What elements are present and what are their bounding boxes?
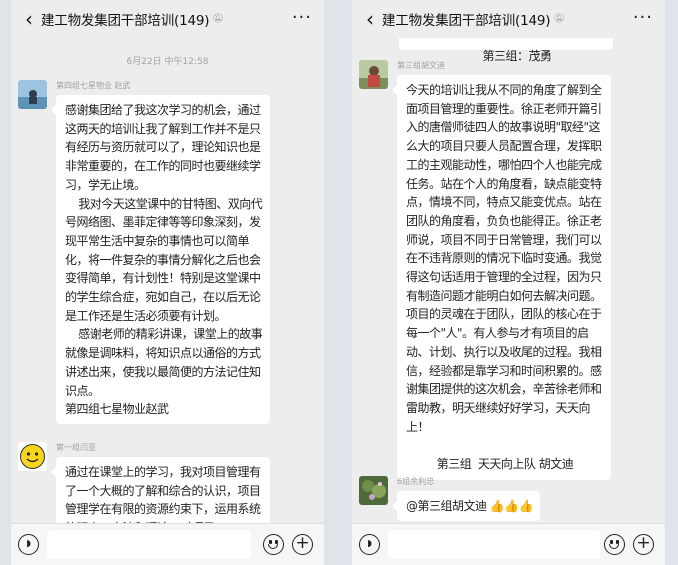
message-text: 通过在课堂上的学习，我对项目管理有了一个大概的了解和综合的认识，项目管理学在有限… — [65, 465, 261, 523]
avatar[interactable] — [18, 442, 47, 471]
message-list[interactable]: 6月22日 中午12:58 第四组七星物业 赵武 感谢集团给了我这次学习的机会，… — [11, 38, 324, 523]
message-input[interactable] — [47, 530, 251, 559]
voice-icon[interactable]: ◗ — [18, 534, 39, 555]
group-title: 建工物发集团干部培训(149) — [382, 13, 551, 29]
message-bubble[interactable]: @第三组胡文迪 👍👍👍 — [391, 491, 541, 521]
chat-header: ‹ 建工物发集团干部培训(149) 🔕︎ ··· — [352, 0, 665, 38]
sender-name: 第三组胡文迪 — [397, 61, 445, 70]
message-bubble[interactable]: 通过在课堂上的学习，我对项目管理有了一个大概的了解和综合的认识，项目管理学在有限… — [51, 457, 270, 523]
sender-name: 第一组闫亚 — [56, 443, 96, 452]
thumbs-up-icon: 👍👍👍 — [489, 499, 534, 513]
avatar[interactable] — [359, 476, 388, 505]
mute-bell-icon: 🔕︎ — [212, 14, 224, 24]
group-title: 建工物发集团干部培训(149) — [41, 13, 210, 29]
message-bubble[interactable]: 今天的培训让我从不同的角度了解到全面项目管理的重要性。徐正老师开篇引入的唐僧师徒… — [392, 75, 611, 480]
more-options-button[interactable]: ··· — [292, 0, 312, 36]
chevron-left-icon[interactable]: ‹ — [17, 0, 41, 38]
message-text: @第三组胡文迪 — [406, 499, 490, 513]
left-chat-screen: ‹ 建工物发集团干部培训(149) 🔕︎ ··· 6月22日 中午12:58 第… — [11, 0, 324, 565]
input-bar: ◗ + — [11, 523, 324, 565]
avatar[interactable] — [18, 80, 47, 109]
message-signature: 第三组 天天向上队 胡文迪 — [436, 457, 574, 472]
timestamp: 6月22日 中午12:58 — [126, 57, 209, 67]
right-chat-screen: ‹ 建工物发集团干部培训(149) 🔕︎ ··· 第三组：茂勇 第三组胡文迪 今… — [352, 0, 665, 565]
message-list[interactable]: 第三组：茂勇 第三组胡文迪 今天的培训让我从不同的角度了解到全面项目管理的重要性… — [352, 38, 665, 523]
sender-name: 6组余利忠 — [397, 477, 435, 486]
avatar[interactable] — [359, 60, 388, 89]
message-text: 第三组：茂勇 — [482, 48, 552, 63]
more-options-button[interactable]: ··· — [633, 0, 653, 36]
emoji-icon[interactable] — [263, 534, 284, 555]
plus-icon[interactable]: + — [633, 534, 654, 555]
chat-header: ‹ 建工物发集团干部培训(149) 🔕︎ ··· — [11, 0, 324, 38]
voice-icon[interactable]: ◗ — [359, 534, 380, 555]
mute-bell-icon: 🔕︎ — [553, 14, 565, 24]
message-bubble[interactable]: 第三组：茂勇 — [399, 38, 613, 63]
sender-name: 第四组七星物业 赵武 — [56, 81, 131, 90]
emoji-icon[interactable] — [604, 534, 625, 555]
message-text: 今天的培训让我从不同的角度了解到全面项目管理的重要性。徐正老师开篇引入的唐僧师徒… — [406, 83, 602, 434]
message-bubble[interactable]: 感谢集团给了我这次学习的机会，通过这两天的培训让我了解到工作并不是只有经历与资历… — [51, 95, 270, 424]
message-text: 感谢集团给了我这次学习的机会，通过这两天的培训让我了解到工作并不是只有经历与资历… — [65, 103, 263, 417]
input-bar: ◗ + — [352, 523, 665, 565]
message-input[interactable] — [388, 530, 600, 559]
plus-icon[interactable]: + — [292, 534, 313, 555]
chevron-left-icon[interactable]: ‹ — [358, 0, 382, 38]
